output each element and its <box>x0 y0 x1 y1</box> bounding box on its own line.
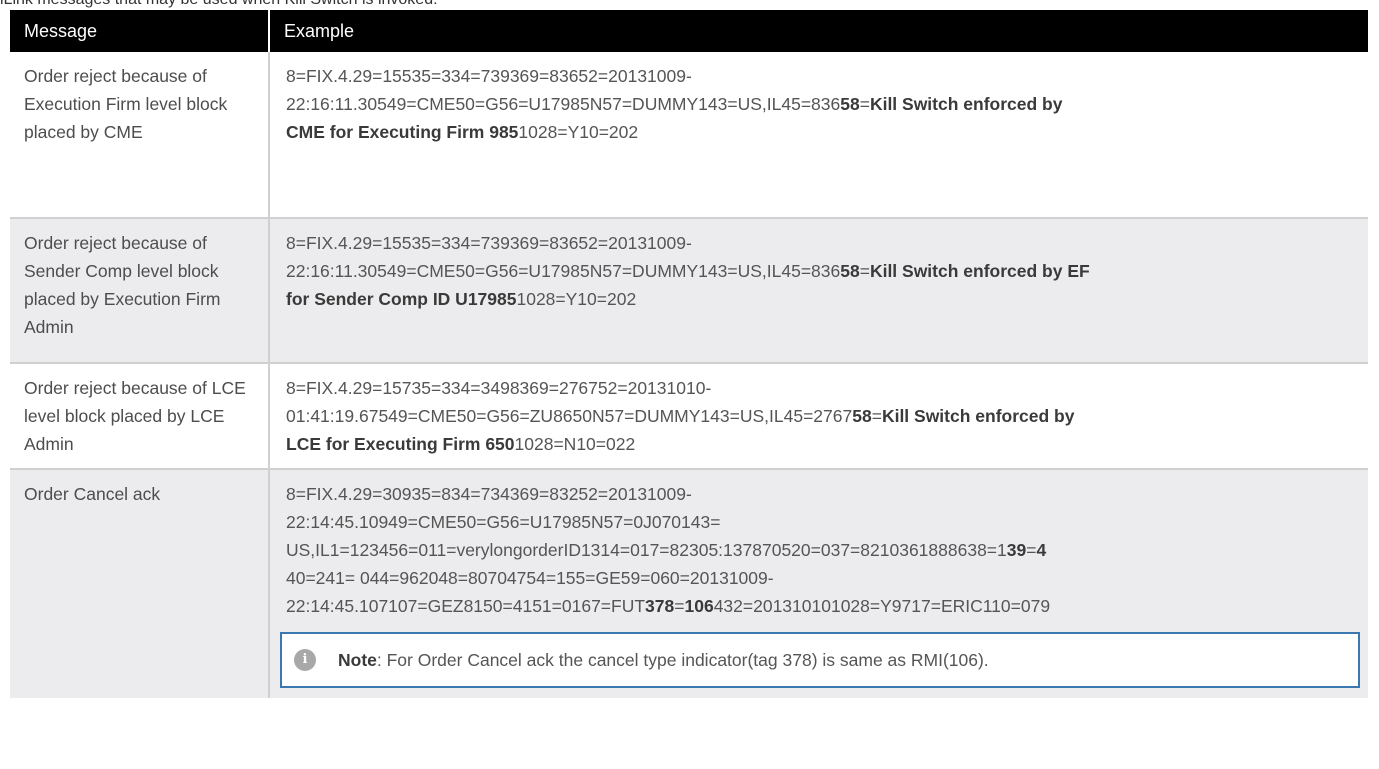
example-line: 22:16:11.30549=CME50=G56=U17985N57=DUMMY… <box>286 257 1358 285</box>
table-row: Order reject because of Sender Comp leve… <box>10 218 1368 364</box>
table-caption: iLink messages that may be used when Kil… <box>0 0 1379 10</box>
example-cell: 8=FIX.4.29=15735=334=3498369=276752=2013… <box>269 363 1368 470</box>
example-bold-tag: 58 <box>840 261 860 281</box>
example-cell: 8=FIX.4.29=15535=334=739369=83652=201310… <box>269 52 1368 219</box>
example-bold-tag: 58 <box>840 94 860 114</box>
example-text: 8=FIX.4.29=15535=334=739369=83652=201310… <box>286 66 692 86</box>
kill-switch-messages-table: Message Example Order reject because of … <box>10 10 1368 698</box>
example-line: 22:14:45.107107=GEZ8150=4151=0167=FUT378… <box>286 592 1358 620</box>
example-bold-text: for Sender Comp ID U17985 <box>286 289 517 309</box>
example-text: 1028=Y10=202 <box>516 289 637 309</box>
example-text: 22:14:45.107107=GEZ8150=4151=0167=FUT <box>286 596 646 616</box>
example-bold-tag: 378 <box>645 596 675 616</box>
example-bold-tag: 4 <box>1036 540 1047 560</box>
message-cell: Order Cancel ack <box>10 469 270 698</box>
example-text: 8=FIX.4.29=15735=334=3498369=276752=2013… <box>286 378 712 398</box>
example-text: 01:41:19.67549=CME50=G56=ZU8650N57=DUMMY… <box>286 406 853 426</box>
example-text: 1028=N10=022 <box>514 434 636 454</box>
column-header-message: Message <box>10 10 270 52</box>
example-line: LCE for Executing Firm 6501028=N10=022 <box>286 430 1358 458</box>
example-text: US,IL1=123456=011=verylongorderID1314=01… <box>286 540 1007 560</box>
example-line: 01:41:19.67549=CME50=G56=ZU8650N57=DUMMY… <box>286 402 1358 430</box>
note-label: Note <box>338 650 377 670</box>
note-box: i Note: For Order Cancel ack the cancel … <box>280 632 1360 688</box>
example-line: 8=FIX.4.29=30935=834=734369=83252=201310… <box>286 480 1358 508</box>
example-line: US,IL1=123456=011=verylongorderID1314=01… <box>286 536 1358 564</box>
table-header-row: Message Example <box>10 10 1368 52</box>
message-cell: Order reject because of Sender Comp leve… <box>10 218 270 364</box>
example-text: = <box>859 261 870 281</box>
example-text: = <box>871 406 882 426</box>
example-text: = <box>674 596 685 616</box>
example-bold-text: Kill Switch enforced by <box>869 94 1063 114</box>
note-text: Note: For Order Cancel ack the cancel ty… <box>338 646 989 674</box>
example-text: 432=201310101028=Y9717=ERIC110=079 <box>713 596 1051 616</box>
table-row: Order reject because of LCE level block … <box>10 363 1368 470</box>
column-header-example: Example <box>269 10 1368 52</box>
example-line: for Sender Comp ID U179851028=Y10=202 <box>286 285 1358 313</box>
example-text: 1028=Y10=202 <box>518 122 639 142</box>
info-icon: i <box>294 649 316 671</box>
example-bold-tag: 58 <box>852 406 872 426</box>
message-cell: Order reject because of LCE level block … <box>10 363 270 470</box>
example-bold-text: Kill Switch enforced by <box>881 406 1075 426</box>
example-line: 22:16:11.30549=CME50=G56=U17985N57=DUMMY… <box>286 90 1358 118</box>
note-body: : For Order Cancel ack the cancel type i… <box>376 650 989 670</box>
example-text: 22:16:11.30549=CME50=G56=U17985N57=DUMMY… <box>286 261 841 281</box>
table-row: Order reject because of Execution Firm l… <box>10 52 1368 219</box>
example-bold-tag: 39 <box>1006 540 1027 560</box>
example-line: 8=FIX.4.29=15535=334=739369=83652=201310… <box>286 62 1358 90</box>
example-line: CME for Executing Firm 9851028=Y10=202 <box>286 118 1358 146</box>
example-text: 8=FIX.4.29=30935=834=734369=83252=201310… <box>286 484 692 504</box>
example-text: 22:14:45.10949=CME50=G56=U17985N57=0J070… <box>286 512 721 532</box>
example-cell: 8=FIX.4.29=15535=334=739369=83652=201310… <box>269 218 1368 364</box>
table-row: Order Cancel ack 8=FIX.4.29=30935=834=73… <box>10 469 1368 698</box>
example-bold-tag: 106 <box>684 596 714 616</box>
example-line: 8=FIX.4.29=15735=334=3498369=276752=2013… <box>286 374 1358 402</box>
example-text: = <box>1026 540 1037 560</box>
message-cell: Order reject because of Execution Firm l… <box>10 52 270 219</box>
example-bold-text: Kill Switch enforced by EF <box>869 261 1090 281</box>
example-text: = <box>859 94 870 114</box>
example-bold-text: LCE for Executing Firm 650 <box>286 434 515 454</box>
example-bold-text: CME for Executing Firm 985 <box>286 122 519 142</box>
example-line: 22:14:45.10949=CME50=G56=U17985N57=0J070… <box>286 508 1358 536</box>
example-text: 40=241= 044=962048=80704754=155=GE59=060… <box>286 568 774 588</box>
example-text: 8=FIX.4.29=15535=334=739369=83652=201310… <box>286 233 692 253</box>
example-cell: 8=FIX.4.29=30935=834=734369=83252=201310… <box>269 469 1368 698</box>
example-line: 40=241= 044=962048=80704754=155=GE59=060… <box>286 564 1358 592</box>
example-text: 22:16:11.30549=CME50=G56=U17985N57=DUMMY… <box>286 94 841 114</box>
example-line: 8=FIX.4.29=15535=334=739369=83652=201310… <box>286 229 1358 257</box>
